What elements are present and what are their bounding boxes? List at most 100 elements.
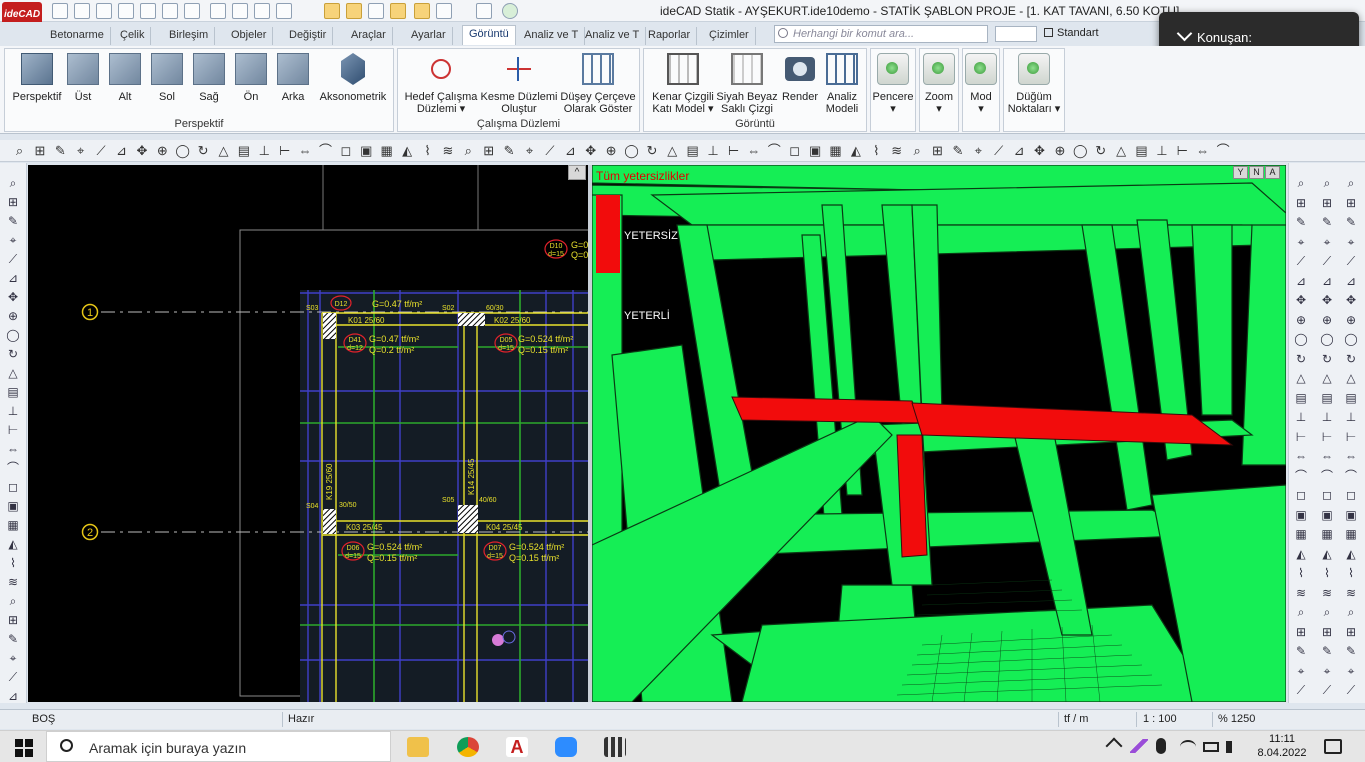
mod-button[interactable]: Mod ▾ xyxy=(962,48,1000,132)
align-icon[interactable] xyxy=(254,3,270,19)
column-s02[interactable] xyxy=(458,313,485,326)
tool-icon[interactable]: ⌖ xyxy=(1343,234,1359,250)
tool-icon[interactable]: ⊢ xyxy=(1293,429,1309,445)
analiz-modeli-button[interactable]: Analiz Modeli xyxy=(820,53,864,115)
battery-icon[interactable] xyxy=(1203,742,1219,752)
tool-icon[interactable]: ≋ xyxy=(1343,585,1359,601)
tool-icon[interactable]: ⌒ xyxy=(1293,468,1309,484)
tool-icon[interactable]: ⌇ xyxy=(1293,565,1309,581)
tool-icon[interactable]: ⌖ xyxy=(5,232,21,248)
tab-analiz-1[interactable]: Analiz ve T xyxy=(518,27,586,45)
sol-button[interactable]: Sol xyxy=(149,53,185,103)
tool-icon[interactable]: ◯ xyxy=(5,327,21,343)
tool-icon[interactable]: △ xyxy=(5,365,21,381)
windows-start-icon[interactable] xyxy=(15,739,33,757)
wifi-icon[interactable] xyxy=(1180,740,1196,754)
tool-icon[interactable]: ✥ xyxy=(134,143,149,158)
view3d-y-button[interactable]: Y xyxy=(1233,166,1248,179)
tool-icon[interactable]: ≋ xyxy=(889,143,904,158)
tool-icon[interactable]: ⊿ xyxy=(1293,273,1309,289)
render-button[interactable]: Render xyxy=(778,53,822,103)
tool-icon[interactable]: ⌖ xyxy=(1293,234,1309,250)
arka-button[interactable]: Arka xyxy=(275,53,311,103)
tool-icon[interactable]: ⊞ xyxy=(930,143,945,158)
dusey-cerceve-button[interactable]: Düşey Çerçeve Olarak Göster xyxy=(558,53,638,115)
tool-icon[interactable]: ⊥ xyxy=(5,403,21,419)
tool-icon[interactable]: △ xyxy=(1319,370,1335,386)
tool-icon[interactable]: ▤ xyxy=(1343,390,1359,406)
tool-icon[interactable]: ⌖ xyxy=(1343,663,1359,679)
tool-icon[interactable]: ⊿ xyxy=(1343,273,1359,289)
tool-icon[interactable]: ⟋ xyxy=(94,143,109,158)
tool-icon[interactable]: ⌕ xyxy=(5,175,21,191)
lightning-icon[interactable] xyxy=(436,3,452,19)
plan-maximize-button[interactable]: ^ xyxy=(568,165,586,180)
select-icon[interactable] xyxy=(210,3,226,19)
hedef-calisma-button[interactable]: Hedef Çalışma Düzlemi ▾ xyxy=(402,53,480,115)
tool-icon[interactable]: ⌖ xyxy=(1293,663,1309,679)
chrome-icon[interactable] xyxy=(457,737,479,757)
tool-icon[interactable]: ⌖ xyxy=(1319,663,1335,679)
perspektif-button[interactable]: Perspektif xyxy=(9,53,65,103)
sag-button[interactable]: Sağ xyxy=(191,53,227,103)
tool-icon[interactable]: ▤ xyxy=(685,143,700,158)
kesme-duzlemi-button[interactable]: Kesme Düzlemi Oluştur xyxy=(480,53,558,115)
tool-icon[interactable]: ▣ xyxy=(1293,507,1309,523)
tool-icon[interactable]: ◭ xyxy=(848,143,863,158)
tool-icon[interactable]: ⊞ xyxy=(32,143,47,158)
tool-icon[interactable]: ▤ xyxy=(1293,390,1309,406)
tool-icon[interactable]: ⊥ xyxy=(1293,409,1309,425)
tab-cizimler[interactable]: Çizimler xyxy=(703,27,756,45)
tool-icon[interactable]: ⇔ xyxy=(1293,448,1309,464)
open-file-icon[interactable] xyxy=(74,3,90,19)
tool-icon[interactable]: ≋ xyxy=(5,574,21,590)
snap-icon[interactable] xyxy=(324,3,340,19)
tool-icon[interactable]: ▦ xyxy=(1293,526,1309,542)
tool-icon[interactable]: △ xyxy=(1114,143,1129,158)
tool-icon[interactable]: ⊕ xyxy=(155,143,170,158)
tool-icon[interactable]: ◭ xyxy=(5,536,21,552)
save-all-icon[interactable] xyxy=(118,3,134,19)
move-icon[interactable] xyxy=(232,3,248,19)
tool-icon[interactable]: ▦ xyxy=(379,143,394,158)
tool-icon[interactable]: ⇔ xyxy=(5,441,21,457)
tool-icon[interactable]: ⌇ xyxy=(5,555,21,571)
tool-icon[interactable]: ⟋ xyxy=(1343,253,1359,269)
layers-icon[interactable] xyxy=(476,3,492,19)
tool-icon[interactable]: ▣ xyxy=(1319,507,1335,523)
tool-icon[interactable]: ✎ xyxy=(502,143,517,158)
tool-icon[interactable]: ⌕ xyxy=(1319,175,1335,191)
tool-icon[interactable]: ⊞ xyxy=(5,194,21,210)
zoom-button[interactable]: Zoom ▾ xyxy=(919,48,959,132)
tool-icon[interactable]: ⌕ xyxy=(910,143,925,158)
alt-button[interactable]: Alt xyxy=(107,53,143,103)
tool-icon[interactable]: △ xyxy=(1293,370,1309,386)
tool-icon[interactable]: ✎ xyxy=(53,143,68,158)
tool-icon[interactable]: ⊕ xyxy=(1319,312,1335,328)
tab-betonarme[interactable]: Betonarme xyxy=(44,27,111,45)
tool-icon[interactable]: ⟋ xyxy=(1343,682,1359,698)
model-3d-viewport[interactable]: Tüm yetersizlikler YETERSİZ YETERLİ Y N … xyxy=(592,165,1286,702)
tool-icon[interactable]: ⌖ xyxy=(971,143,986,158)
tool-icon[interactable]: ✎ xyxy=(950,143,965,158)
tool-icon[interactable]: ⌖ xyxy=(5,650,21,666)
tool-icon[interactable]: ✥ xyxy=(1293,292,1309,308)
tool-icon[interactable]: ⊕ xyxy=(1293,312,1309,328)
command-search-input[interactable]: Herhangi bir komut ara... xyxy=(774,25,988,43)
regen-icon[interactable] xyxy=(184,3,200,19)
tool-icon[interactable]: ✎ xyxy=(1293,214,1309,230)
column-s03[interactable] xyxy=(323,313,336,339)
tool-icon[interactable]: ⌕ xyxy=(1319,604,1335,620)
tool-icon[interactable]: ▤ xyxy=(5,384,21,400)
tool-icon[interactable]: ↻ xyxy=(1343,351,1359,367)
tool-icon[interactable]: ◯ xyxy=(1319,331,1335,347)
tool-icon[interactable]: ⊿ xyxy=(563,143,578,158)
tool-icon[interactable]: ⌒ xyxy=(5,460,21,476)
tool-icon[interactable]: ⊕ xyxy=(5,308,21,324)
taskbar-clock[interactable]: 11:11 8.04.2022 xyxy=(1252,732,1312,760)
tool-icon[interactable]: ◯ xyxy=(1293,331,1309,347)
tool-icon[interactable]: ⊞ xyxy=(1343,624,1359,640)
tool-icon[interactable]: ⊞ xyxy=(1319,195,1335,211)
tab-goruntu[interactable]: Görüntü xyxy=(462,25,516,45)
undo-icon[interactable] xyxy=(140,3,156,19)
